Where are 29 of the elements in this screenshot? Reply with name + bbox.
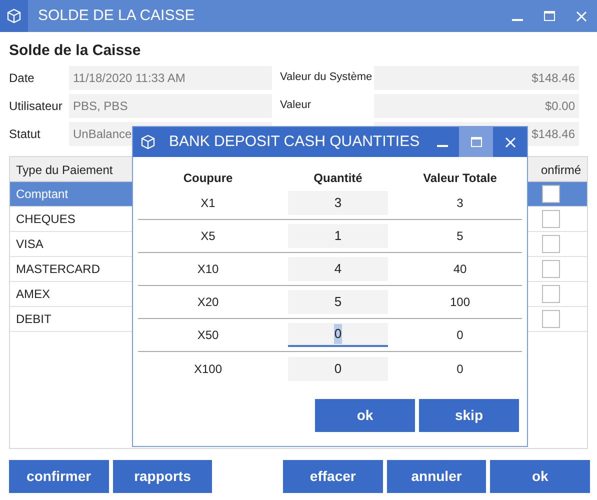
total-value: 0: [456, 360, 464, 378]
payment-type: Comptant: [15, 186, 70, 202]
page-heading: Solde de la Caisse: [9, 41, 142, 61]
denomination-label: X1: [138, 187, 278, 220]
total-value: 40: [398, 253, 522, 286]
payment-type: AMEX: [15, 286, 52, 302]
dialog-title: BANK DEPOSIT CASH QUANTITIES: [169, 132, 421, 152]
total-value: 3: [398, 187, 522, 220]
denomination-label: X5: [138, 220, 278, 253]
field-label: Statut: [9, 126, 42, 142]
payment-type: MASTERCARD: [15, 260, 102, 278]
field-label: Valeur du Système: [279, 70, 374, 86]
total-value: 5: [398, 220, 522, 253]
field-label: Valeur: [279, 98, 312, 114]
field-label: Utilisateur: [9, 98, 64, 114]
payment-type: DEBIT: [15, 310, 52, 328]
column-header: Coupure: [182, 170, 234, 187]
window-title: SOLDE DE LA CAISSE: [38, 6, 196, 26]
payment-type: CHEQUES: [15, 210, 76, 228]
column-header: Valeur Totale: [422, 170, 498, 187]
column-header: Quantité: [312, 170, 364, 187]
denomination-label: X20: [138, 286, 278, 319]
payment-type: VISA: [15, 236, 44, 252]
total-value: 0: [398, 319, 522, 352]
denomination-label: X50: [138, 319, 278, 352]
denomination-label: X10: [138, 253, 278, 286]
total-value: 100: [398, 286, 522, 319]
field-label: Date: [9, 70, 36, 86]
denomination-label: X100: [192, 360, 224, 378]
